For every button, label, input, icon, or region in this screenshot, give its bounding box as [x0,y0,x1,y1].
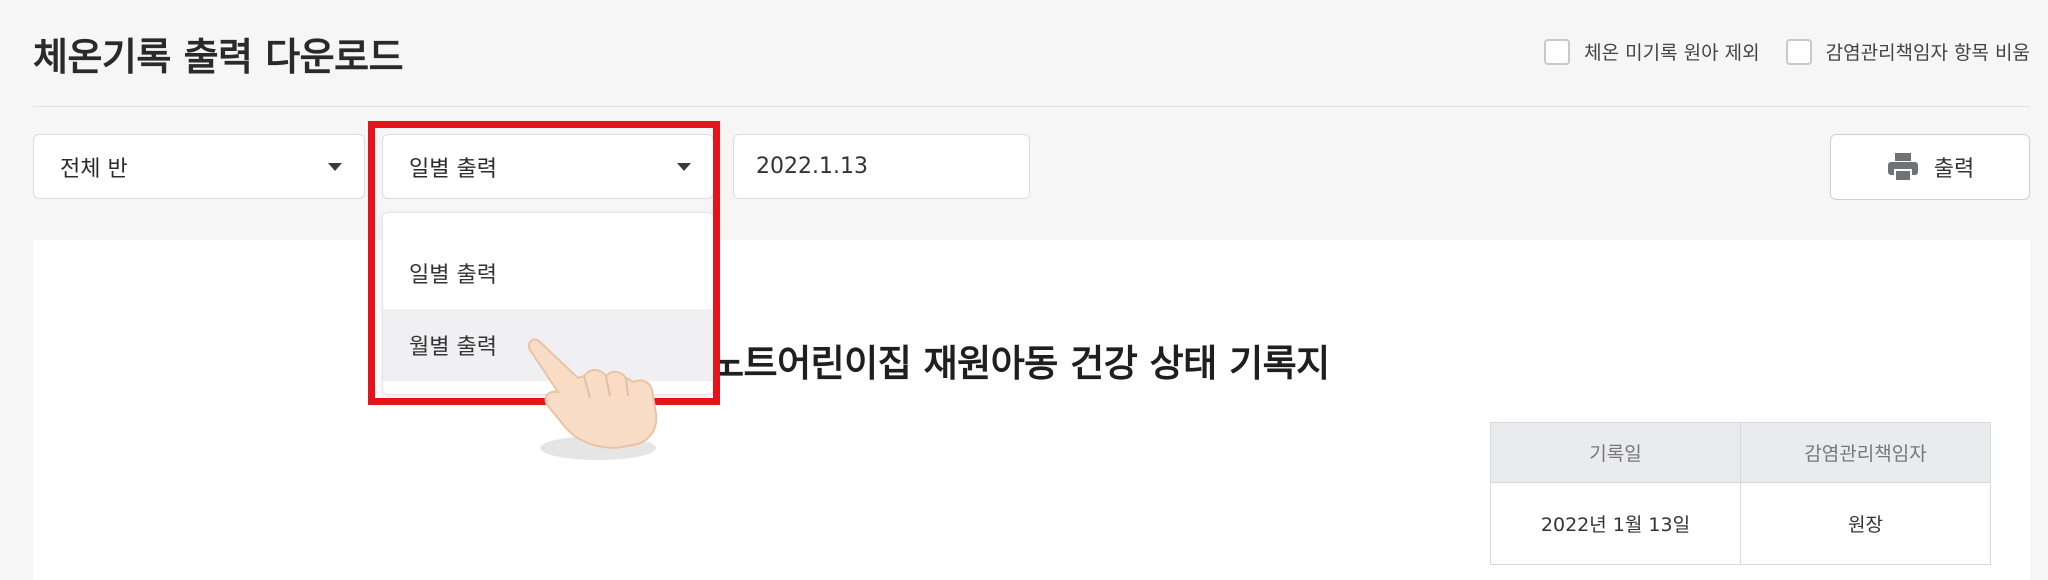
table-header: 감염관리책임자 [1740,422,1991,483]
page-title: 체온기록 출력 다운로드 [33,35,404,79]
table-header: 기록일 [1490,422,1741,483]
printer-icon [1887,153,1918,182]
output-mode-select-value: 일별 출력 [409,156,497,182]
checkbox-box[interactable] [1785,38,1812,65]
class-select[interactable]: 전체 반 [33,134,365,199]
print-button[interactable]: 출력 [1830,134,2030,200]
table-header-row: 기록일 감염관리책임자 [1490,422,1991,483]
document-title: 노트어린이집 재원아동 건강 상태 기록지 [710,342,1330,385]
checkbox-box[interactable] [1544,38,1571,65]
caret-down-icon [328,162,342,171]
hide-manager-checkbox[interactable]: 감염관리책임자 항목 비움 [1785,38,2030,65]
table-cell: 2022년 1월 13일 [1490,482,1741,565]
header-divider [33,106,2030,107]
print-button-label: 출력 [1933,157,1975,182]
date-input[interactable] [734,135,1029,198]
option-checkboxes: 체온 미기록 원아 제외 감염관리책임자 항목 비움 [1544,38,2030,65]
caret-down-icon [677,162,691,171]
checkbox-label: 감염관리책임자 항목 비움 [1825,42,2030,64]
output-mode-select[interactable]: 일별 출력 [382,134,714,199]
dropdown-option-monthly[interactable]: 월별 출력 [383,309,713,381]
date-picker [733,134,1030,199]
table-row: 2022년 1월 13일 원장 [1490,482,1991,565]
table-cell: 원장 [1740,482,1991,565]
dropdown-option-daily[interactable]: 일별 출력 [383,237,713,309]
output-mode-dropdown: 일별 출력 월별 출력 [382,212,714,395]
record-table: 기록일 감염관리책임자 2022년 1월 13일 원장 [1490,422,1991,565]
exclude-unrecorded-checkbox[interactable]: 체온 미기록 원아 제외 [1544,38,1760,65]
checkbox-label: 체온 미기록 원아 제외 [1584,42,1760,64]
class-select-value: 전체 반 [60,156,128,182]
